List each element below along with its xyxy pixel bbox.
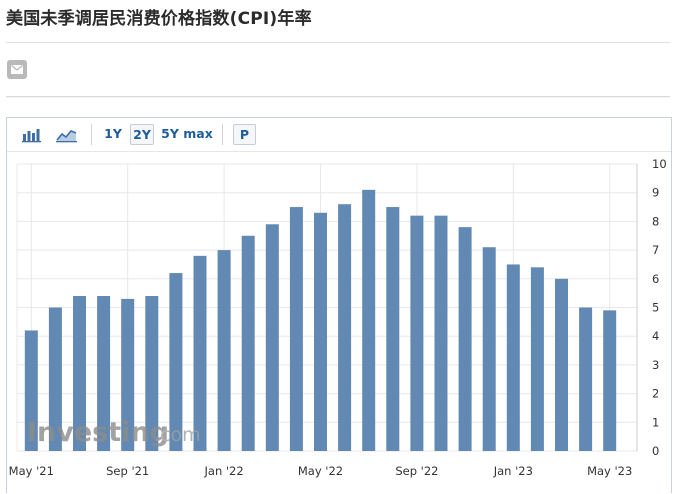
bar[interactable] — [217, 250, 231, 451]
bar[interactable] — [555, 278, 568, 451]
x-tick-label: May '21 — [9, 464, 54, 478]
bar[interactable] — [482, 247, 496, 451]
y-tick-label: 7 — [652, 243, 659, 257]
share-divider — [6, 96, 670, 97]
chart-panel: 1Y 2Y 5Y max P Investing .com May '21 Sep… — [6, 117, 672, 493]
x-tick-label: Jan '23 — [493, 464, 533, 478]
bar[interactable] — [289, 207, 303, 451]
bar[interactable] — [386, 207, 400, 451]
x-tick-label: Sep '22 — [395, 464, 438, 478]
page-title: 美国未季调居民消费价格指数(CPI)年率 — [6, 9, 312, 29]
bar[interactable] — [458, 227, 472, 451]
bar[interactable] — [530, 267, 544, 451]
y-tick-label: 2 — [652, 387, 659, 401]
bar[interactable] — [265, 224, 279, 451]
mail-icon — [11, 65, 23, 74]
bar[interactable] — [434, 215, 448, 451]
bar[interactable] — [193, 255, 207, 451]
title-divider — [6, 42, 670, 43]
bar[interactable] — [314, 212, 327, 451]
bar[interactable] — [241, 235, 255, 451]
x-tick-label: Jan '22 — [204, 464, 244, 478]
y-tick-label: 8 — [652, 214, 659, 228]
watermark-suffix: .com — [154, 424, 201, 446]
y-tick-label: 1 — [652, 415, 659, 429]
y-tick-label: 3 — [652, 358, 659, 372]
x-tick-label: May '23 — [587, 464, 632, 478]
y-tick-label: 0 — [652, 444, 659, 458]
bar-chart: Investing .com May '21 Sep '21 Jan '22 May … — [9, 157, 667, 478]
email-share-button[interactable] — [7, 60, 27, 79]
x-tick-label: May '22 — [298, 464, 343, 478]
y-tick-label: 9 — [652, 186, 659, 200]
bar[interactable] — [579, 307, 593, 452]
y-tick-label: 5 — [652, 301, 659, 315]
bar[interactable] — [603, 310, 617, 451]
y-tick-label: 6 — [652, 272, 659, 286]
bar[interactable] — [362, 189, 376, 451]
y-tick-label: 4 — [652, 329, 659, 343]
y-tick-label: 10 — [652, 157, 667, 171]
bar[interactable] — [410, 215, 424, 451]
watermark-brand: Investing — [27, 417, 169, 448]
bar[interactable] — [338, 204, 352, 451]
x-tick-label: Sep '21 — [106, 464, 149, 478]
bar[interactable] — [506, 264, 520, 451]
